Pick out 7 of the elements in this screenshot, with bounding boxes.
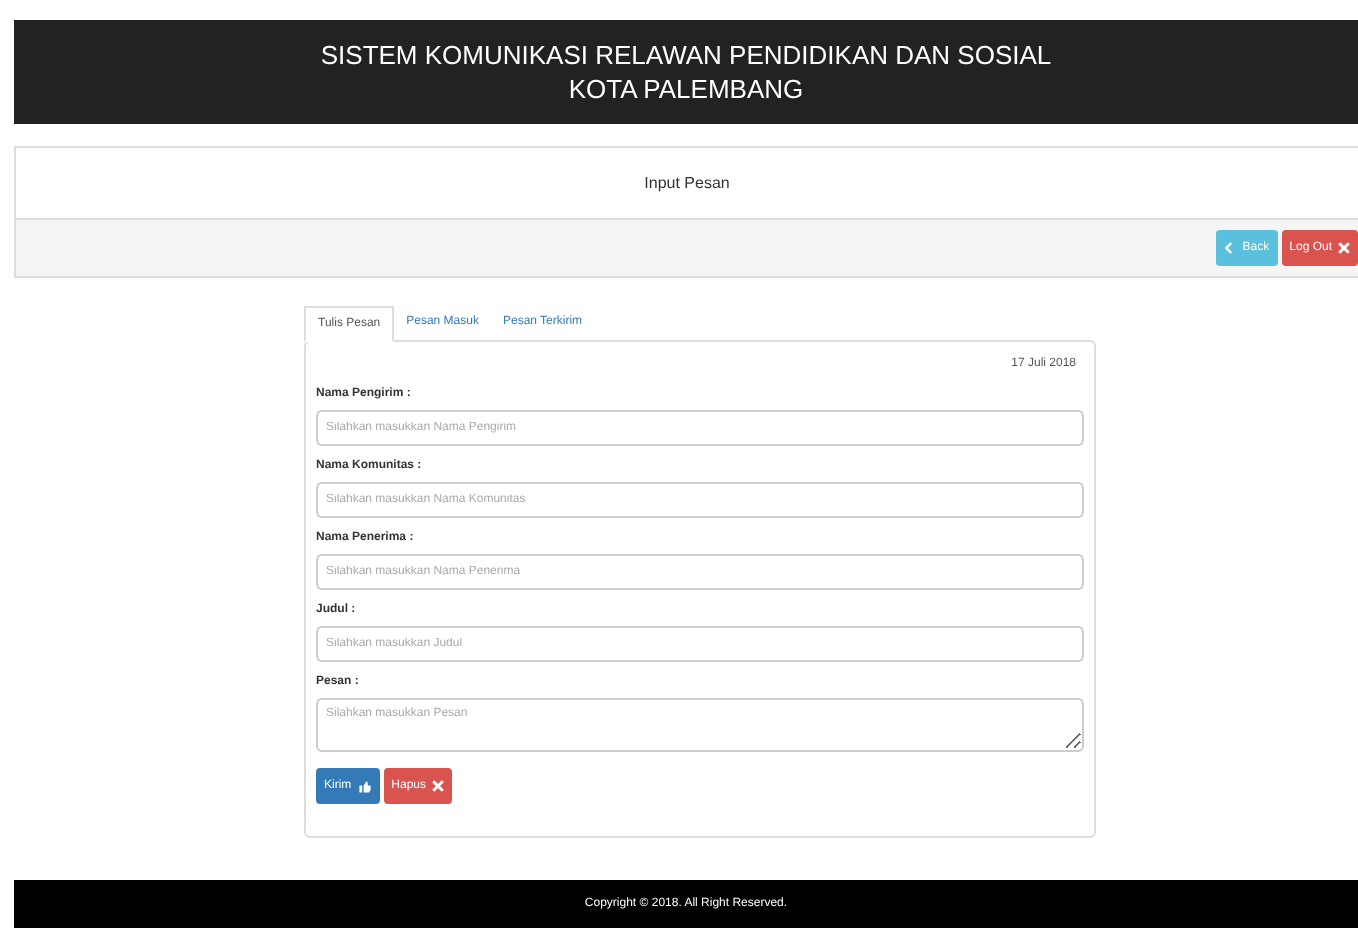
close-icon bbox=[1338, 242, 1350, 254]
thumbs-up-icon bbox=[357, 779, 372, 793]
header-title: KOTA PALEMBANG bbox=[568, 72, 804, 106]
panel-title: Input Pesan bbox=[644, 171, 730, 195]
header-title: SISTEM KOMUNIKASI RELAWAN PENDIDIKAN DAN SOSIAL bbox=[320, 38, 1052, 72]
close-icon bbox=[432, 780, 445, 792]
arrow-left-icon bbox=[1224, 242, 1237, 254]
